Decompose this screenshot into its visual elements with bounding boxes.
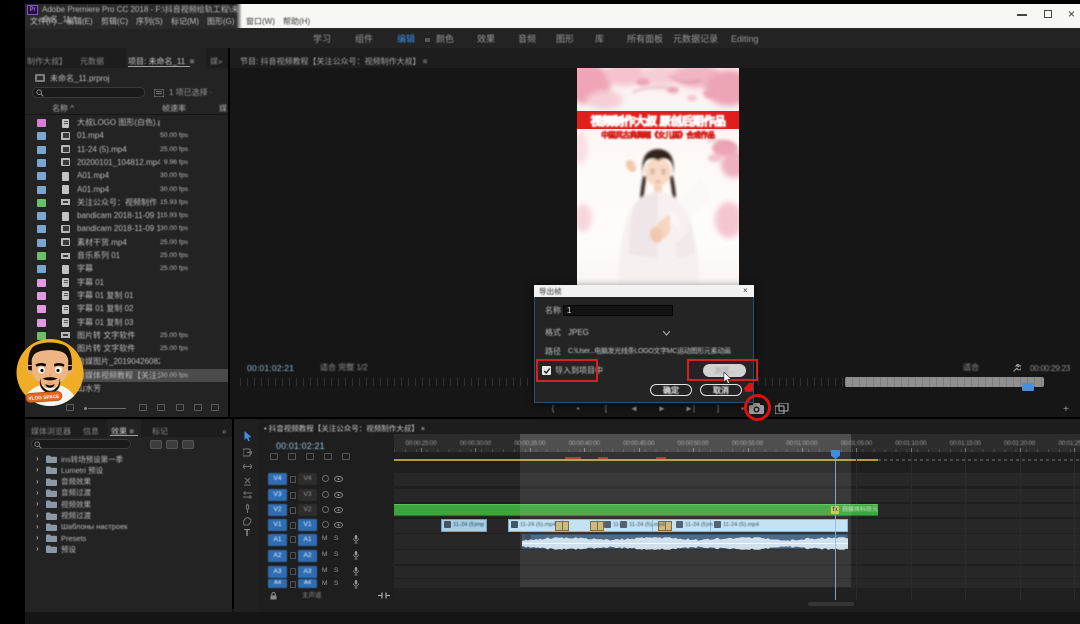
svg-text:中国风古典舞蹈《女儿国》合成作品: 中国风古典舞蹈《女儿国》合成作品 [601, 131, 714, 140]
svg-text:视频制作大叔 原创后期作品: 视频制作大叔 原创后期作品 [591, 114, 726, 128]
